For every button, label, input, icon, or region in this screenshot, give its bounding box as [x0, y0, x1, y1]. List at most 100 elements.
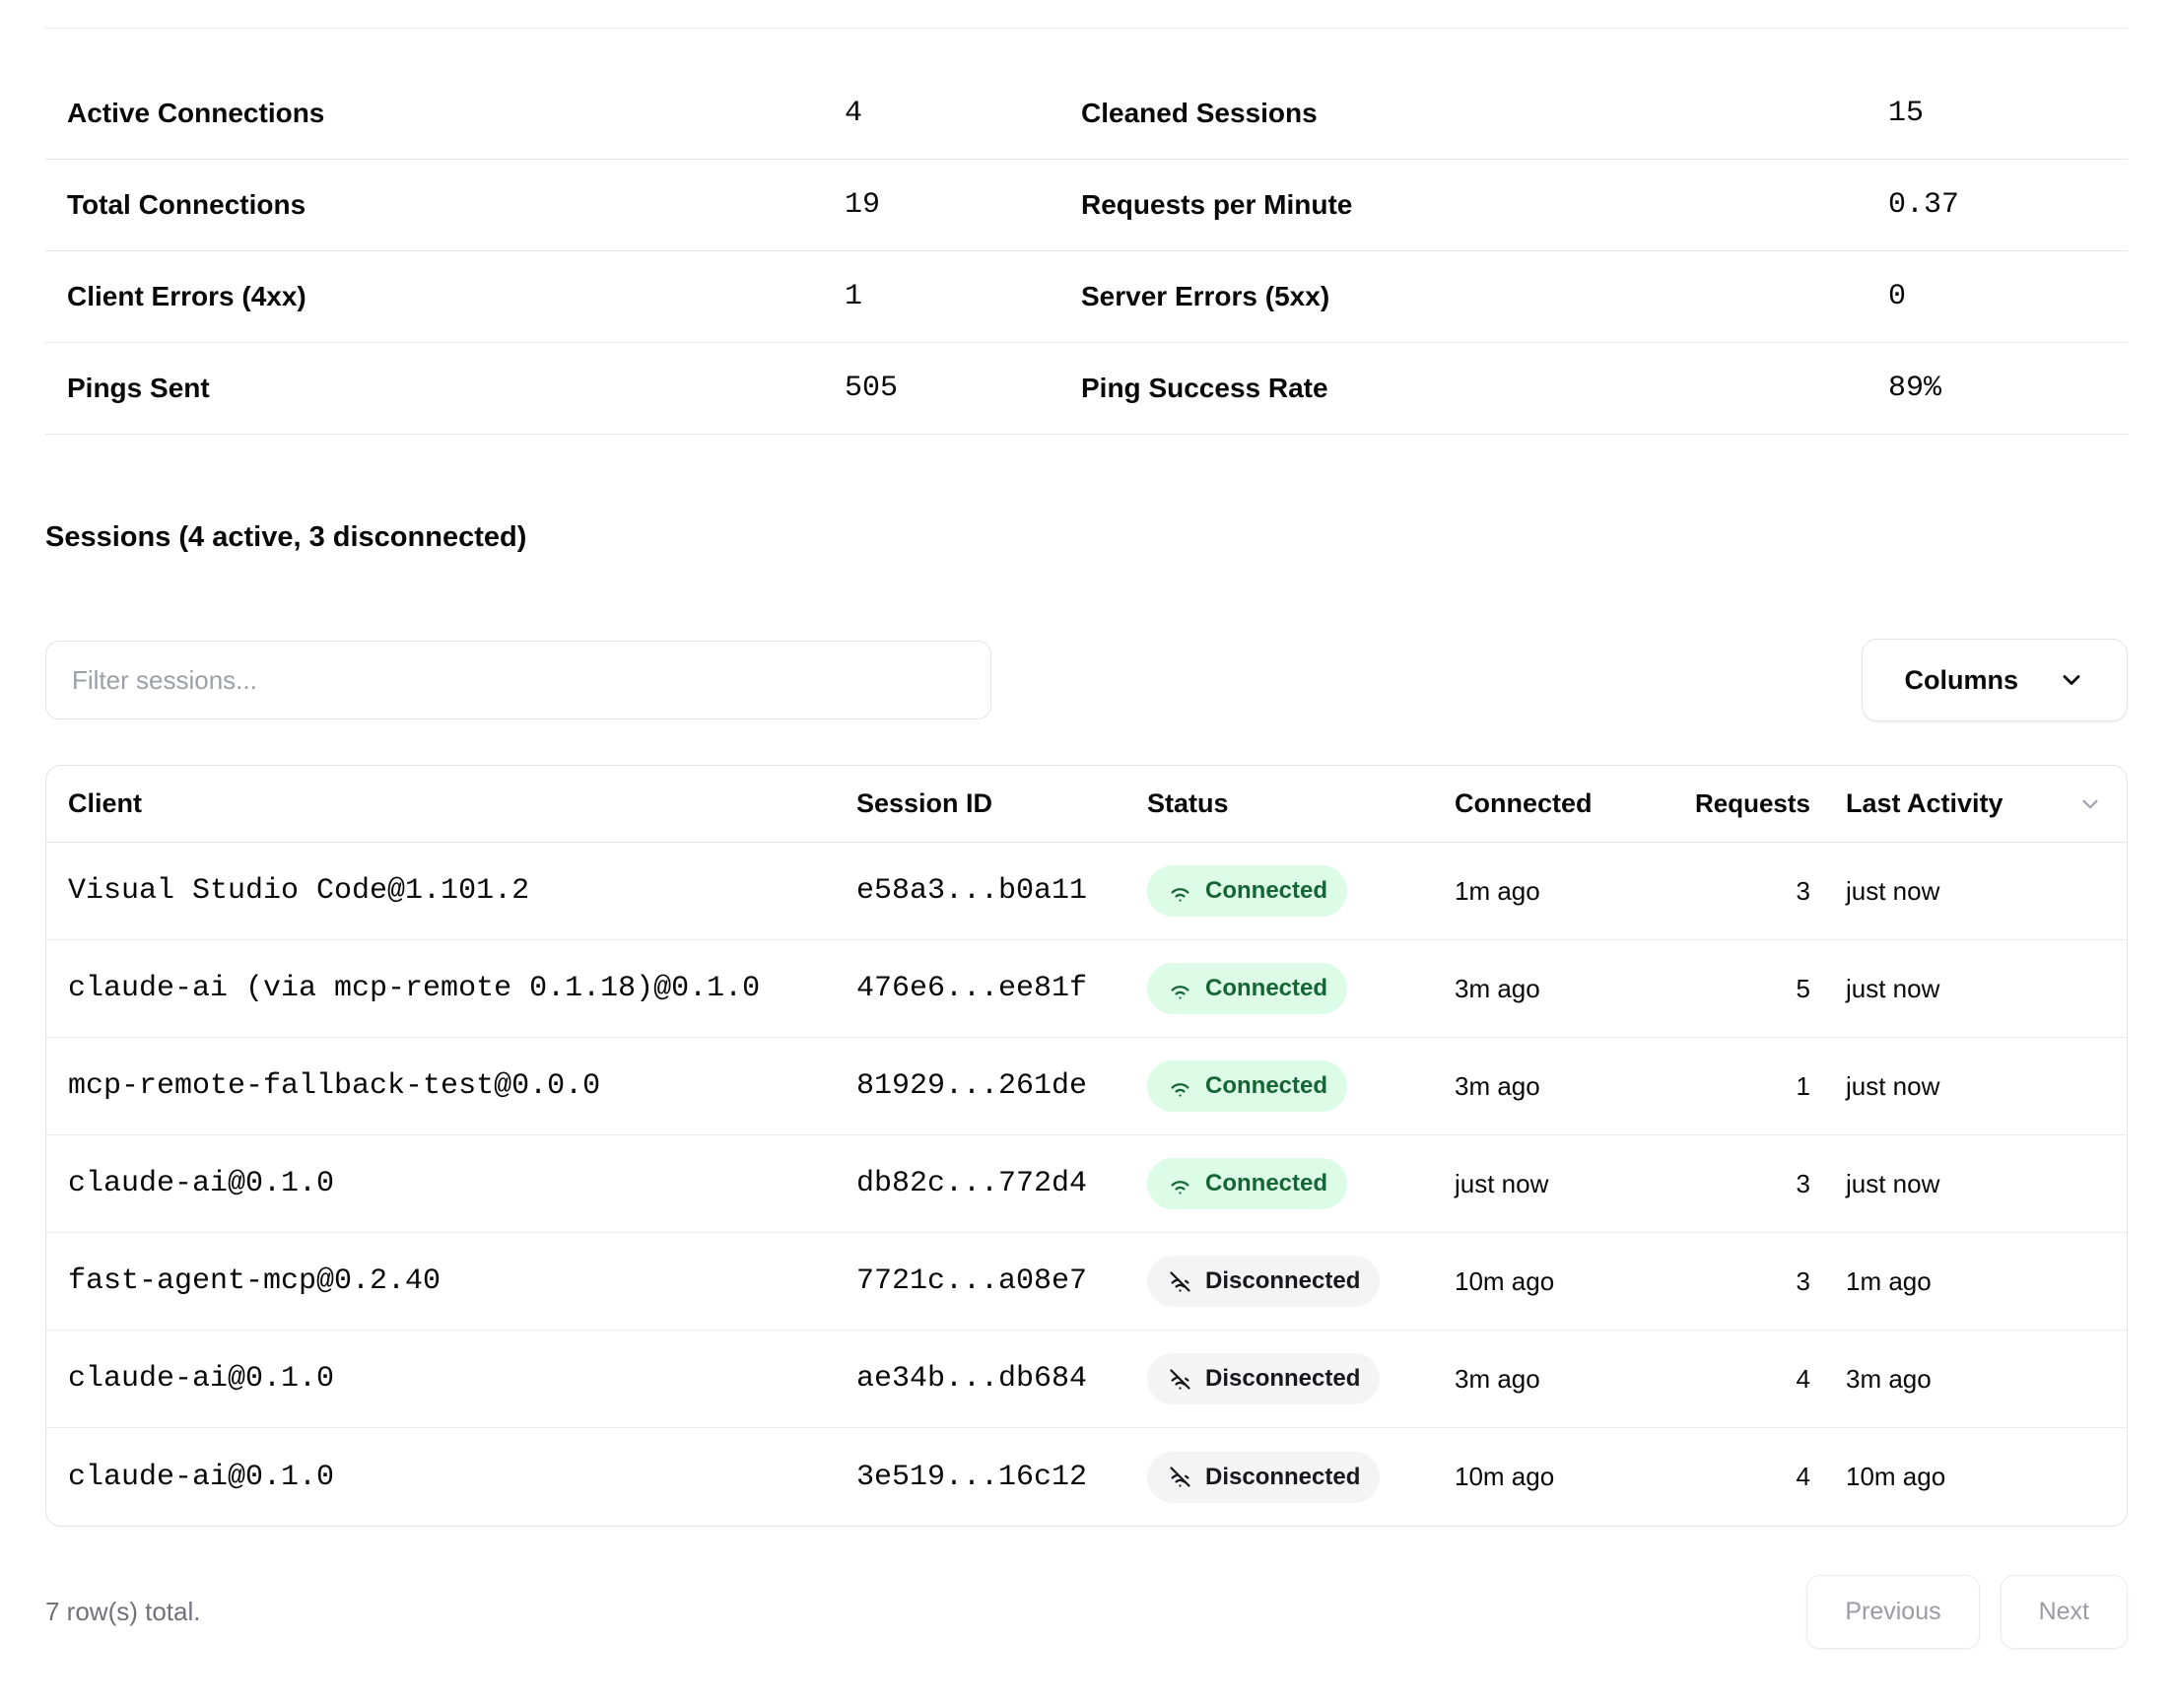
columns-button[interactable]: Columns [1862, 639, 2128, 721]
table-footer: 7 row(s) total. Previous Next [45, 1575, 2128, 1649]
status-cell: Connected [1125, 963, 1433, 1014]
client-cell: Visual Studio Code@1.101.2 [46, 874, 835, 908]
stat-label: Requests per Minute [1059, 189, 1888, 221]
previous-page-button[interactable]: Previous [1806, 1575, 1979, 1649]
session-id-cell: 81929...261de [835, 1069, 1125, 1103]
status-cell: Connected [1125, 865, 1433, 917]
requests-cell: 4 [1647, 1462, 1814, 1492]
stat-label: Pings Sent [45, 373, 845, 404]
connected-cell: 3m ago [1433, 1364, 1647, 1395]
connected-cell: 1m ago [1433, 876, 1647, 907]
stat-row: Pings Sent 505 Ping Success Rate 89% [45, 343, 2128, 435]
last-activity-cell: just now [1814, 1169, 2127, 1199]
last-activity-cell: just now [1814, 876, 2127, 907]
stat-value: 1 [845, 280, 1059, 313]
requests-cell: 3 [1647, 1169, 1814, 1199]
table-row: claude-ai@0.1.0 3e519...16c12 Disconnect… [46, 1428, 2127, 1526]
table-row: mcp-remote-fallback-test@0.0.0 81929...2… [46, 1038, 2127, 1135]
column-header-status: Status [1125, 788, 1433, 819]
dashboard-page: Active Connections 4 Cleaned Sessions 15… [0, 28, 2173, 1649]
status-badge: Disconnected [1147, 1452, 1380, 1503]
table-row: claude-ai (via mcp-remote 0.1.18)@0.1.0 … [46, 940, 2127, 1038]
wifi-icon [1167, 1171, 1193, 1197]
stat-label: Active Connections [45, 98, 845, 129]
client-cell: claude-ai (via mcp-remote 0.1.18)@0.1.0 [46, 972, 835, 1005]
next-page-button[interactable]: Next [2001, 1575, 2128, 1649]
stat-value: 4 [845, 97, 1059, 130]
last-activity-cell: 10m ago [1814, 1462, 2127, 1492]
column-header-connected: Connected [1433, 788, 1647, 819]
status-badge-label: Connected [1205, 1072, 1327, 1100]
wifi-icon [1167, 878, 1193, 905]
sessions-toolbar: Columns [45, 639, 2128, 721]
status-cell: Connected [1125, 1158, 1433, 1209]
last-activity-cell: just now [1814, 1071, 2127, 1102]
stat-row: Client Errors (4xx) 1 Server Errors (5xx… [45, 251, 2128, 343]
stat-value: 0.37 [1888, 188, 2128, 222]
status-cell: Disconnected [1125, 1353, 1433, 1404]
status-badge: Connected [1147, 1158, 1347, 1209]
client-cell: fast-agent-mcp@0.2.40 [46, 1264, 835, 1298]
session-id-cell: 3e519...16c12 [835, 1461, 1125, 1494]
last-activity-cell: 1m ago [1814, 1266, 2127, 1297]
status-badge: Disconnected [1147, 1256, 1380, 1307]
wifi-off-icon [1167, 1366, 1193, 1393]
wifi-off-icon [1167, 1268, 1193, 1295]
session-id-cell: db82c...772d4 [835, 1167, 1125, 1200]
client-cell: claude-ai@0.1.0 [46, 1461, 835, 1494]
client-cell: claude-ai@0.1.0 [46, 1167, 835, 1200]
status-cell: Disconnected [1125, 1256, 1433, 1307]
column-header-client: Client [46, 788, 835, 819]
session-id-cell: 476e6...ee81f [835, 972, 1125, 1005]
last-activity-cell: just now [1814, 974, 2127, 1004]
sessions-heading: Sessions (4 active, 3 disconnected) [45, 521, 2128, 554]
row-count-label: 7 row(s) total. [45, 1597, 201, 1627]
requests-cell: 3 [1647, 1266, 1814, 1297]
column-header-session-id: Session ID [835, 788, 1125, 819]
status-badge: Connected [1147, 1060, 1347, 1112]
connected-cell: 3m ago [1433, 974, 1647, 1004]
status-badge-label: Connected [1205, 1170, 1327, 1197]
stat-label: Client Errors (4xx) [45, 281, 845, 312]
session-id-cell: 7721c...a08e7 [835, 1264, 1125, 1298]
status-cell: Connected [1125, 1060, 1433, 1112]
client-cell: claude-ai@0.1.0 [46, 1362, 835, 1396]
status-badge-label: Connected [1205, 877, 1327, 905]
requests-cell: 5 [1647, 974, 1814, 1004]
columns-button-label: Columns [1904, 665, 2018, 696]
requests-cell: 4 [1647, 1364, 1814, 1395]
pagination: Previous Next [1806, 1575, 2128, 1649]
stat-row: Total Connections 19 Requests per Minute… [45, 160, 2128, 251]
filter-sessions-input[interactable] [45, 641, 991, 719]
wifi-icon [1167, 1073, 1193, 1100]
stat-value: 505 [845, 372, 1059, 405]
table-row: claude-ai@0.1.0 db82c...772d4 Connected … [46, 1135, 2127, 1233]
table-row: claude-ai@0.1.0 ae34b...db684 Disconnect… [46, 1331, 2127, 1428]
column-header-last-activity[interactable]: Last Activity [1814, 788, 2127, 819]
stat-value: 89% [1888, 372, 2128, 405]
table-row: Visual Studio Code@1.101.2 e58a3...b0a11… [46, 843, 2127, 940]
column-header-requests: Requests [1647, 788, 1814, 819]
table-row: fast-agent-mcp@0.2.40 7721c...a08e7 Disc… [46, 1233, 2127, 1331]
sessions-table: Client Session ID Status Connected Reque… [45, 765, 2128, 1527]
status-badge: Connected [1147, 963, 1347, 1014]
client-cell: mcp-remote-fallback-test@0.0.0 [46, 1069, 835, 1103]
connected-cell: 10m ago [1433, 1266, 1647, 1297]
status-badge-label: Connected [1205, 975, 1327, 1002]
session-id-cell: ae34b...db684 [835, 1362, 1125, 1396]
stat-value: 19 [845, 188, 1059, 222]
status-badge: Disconnected [1147, 1353, 1380, 1404]
requests-cell: 1 [1647, 1071, 1814, 1102]
status-badge-label: Disconnected [1205, 1365, 1360, 1393]
status-badge-label: Disconnected [1205, 1464, 1360, 1491]
stat-row: Active Connections 4 Cleaned Sessions 15 [45, 68, 2128, 160]
status-badge-label: Disconnected [1205, 1267, 1360, 1295]
server-stats-table: Active Connections 4 Cleaned Sessions 15… [45, 28, 2128, 435]
status-badge: Connected [1147, 865, 1347, 917]
table-header-row: Client Session ID Status Connected Reque… [46, 766, 2127, 843]
chevron-down-icon [2077, 791, 2103, 817]
stat-value: 0 [1888, 280, 2128, 313]
connected-cell: 10m ago [1433, 1462, 1647, 1492]
stat-label: Total Connections [45, 189, 845, 221]
chevron-down-icon [2058, 666, 2085, 694]
